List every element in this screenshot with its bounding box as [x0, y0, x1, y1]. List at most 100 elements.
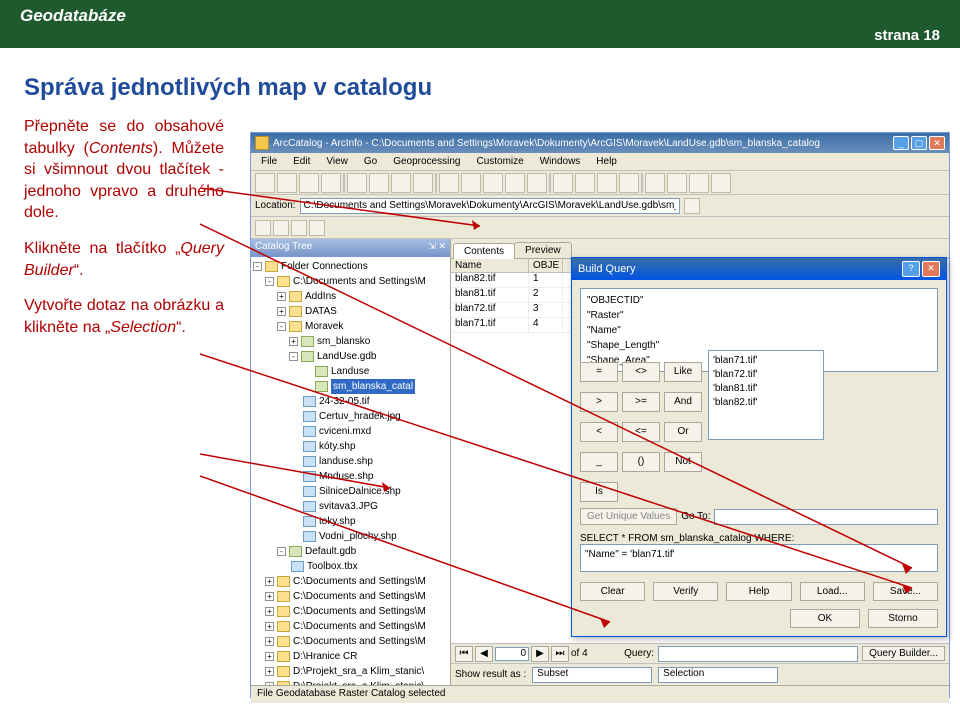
- dialog-button[interactable]: Help: [726, 582, 791, 601]
- status-bar: File Geodatabase Raster Catalog selected: [251, 685, 949, 703]
- para-3: Vytvořte dotaz na obrázku a klikněte na …: [24, 295, 224, 338]
- tree-row[interactable]: +D:\Projekt_sra_a Klim_stanic\: [253, 664, 448, 679]
- tree-row[interactable]: kóty.shp: [253, 439, 448, 454]
- menu-item[interactable]: Geoprocessing: [387, 155, 466, 168]
- tree-row[interactable]: +C:\Documents and Settings\M: [253, 604, 448, 619]
- show-result-row: Show result as : Subset Selection: [451, 663, 949, 685]
- maximize-button[interactable]: ▢: [911, 136, 927, 150]
- tree-row[interactable]: Landuse: [253, 364, 448, 379]
- query-input[interactable]: [658, 646, 858, 662]
- show-selection-select[interactable]: Selection: [658, 667, 778, 683]
- nav-of-label: of 4: [571, 648, 588, 659]
- operator-button[interactable]: <>: [622, 362, 660, 382]
- col-name[interactable]: Name: [451, 259, 529, 272]
- minimize-button[interactable]: _: [893, 136, 909, 150]
- menu-item[interactable]: Customize: [470, 155, 529, 168]
- operator-button[interactable]: (): [622, 452, 660, 472]
- close-button[interactable]: ✕: [929, 136, 945, 150]
- location-input[interactable]: [300, 198, 680, 214]
- dialog-button[interactable]: Storno: [868, 609, 938, 628]
- show-result-label: Show result as :: [455, 669, 526, 680]
- tree-row[interactable]: +C:\Documents and Settings\M: [253, 589, 448, 604]
- nav-record-input[interactable]: [495, 647, 529, 661]
- tree-row[interactable]: Certuv_hradek.jpg: [253, 409, 448, 424]
- query-label: Query:: [624, 648, 654, 659]
- operator-grid: =<>Like >>=And <<=Or _()Not Is: [580, 356, 702, 502]
- para-1: Přepněte se do obsahové tabulky (Content…: [24, 116, 224, 224]
- tree-pin-icon[interactable]: ⇲ ✕: [428, 241, 446, 254]
- tree-row[interactable]: 24-32-05.tif: [253, 394, 448, 409]
- tree-row[interactable]: Mnduse.shp: [253, 469, 448, 484]
- bq-close-button[interactable]: ✕: [922, 261, 940, 277]
- tree-row[interactable]: -Folder Connections: [253, 259, 448, 274]
- tree-row[interactable]: +C:\Documents and Settings\M: [253, 574, 448, 589]
- nav-first-icon[interactable]: ⏮: [455, 646, 473, 662]
- tree-row[interactable]: Toolbox.tbx: [253, 559, 448, 574]
- tree-row[interactable]: +sm_blansko: [253, 334, 448, 349]
- arccatalog-window: ArcCatalog - ArcInfo - C:\Documents and …: [250, 132, 950, 698]
- bq-button-row-2: OK Storno: [580, 609, 938, 628]
- tree-row[interactable]: -Default.gdb: [253, 544, 448, 559]
- menu-item[interactable]: Help: [590, 155, 623, 168]
- tree-row[interactable]: +D:\Hranice CR: [253, 649, 448, 664]
- tab[interactable]: Preview: [514, 242, 572, 258]
- operator-button[interactable]: >=: [622, 392, 660, 412]
- show-subset-select[interactable]: Subset: [532, 667, 652, 683]
- operator-button[interactable]: Is: [580, 482, 618, 502]
- location-label: Location:: [255, 200, 296, 211]
- nav-prev-icon[interactable]: ◀: [475, 646, 493, 662]
- tabs: ContentsPreview: [451, 239, 949, 259]
- tree-row[interactable]: +C:\Documents and Settings\M: [253, 619, 448, 634]
- nav-last-icon[interactable]: ⏭: [551, 646, 569, 662]
- dialog-button[interactable]: Save...: [873, 582, 938, 601]
- value-list[interactable]: 'blan71.tif''blan72.tif''blan81.tif''bla…: [708, 350, 824, 440]
- tree-row[interactable]: svitava3.JPG: [253, 499, 448, 514]
- bq-button-row-1: Clear Verify Help Load... Save...: [580, 582, 938, 601]
- menu-item[interactable]: Go: [358, 155, 383, 168]
- tree-row[interactable]: SilniceDalnice.shp: [253, 484, 448, 499]
- instruction-text: Přepněte se do obsahové tabulky (Content…: [24, 116, 224, 338]
- nav-next-icon[interactable]: ▶: [531, 646, 549, 662]
- menu-item[interactable]: Windows: [534, 155, 587, 168]
- bq-help-button[interactable]: ?: [902, 261, 920, 277]
- operator-button[interactable]: Like: [664, 362, 702, 382]
- operator-button[interactable]: <=: [622, 422, 660, 442]
- operator-button[interactable]: >: [580, 392, 618, 412]
- catalog-tree[interactable]: -Folder Connections-C:\Documents and Set…: [251, 257, 450, 685]
- get-unique-values-button[interactable]: Get Unique Values: [580, 508, 677, 525]
- dialog-button[interactable]: Load...: [800, 582, 865, 601]
- menu-item[interactable]: Edit: [287, 155, 316, 168]
- operator-button[interactable]: Not: [664, 452, 702, 472]
- tree-row[interactable]: +C:\Documents and Settings\M: [253, 634, 448, 649]
- menu-item[interactable]: File: [255, 155, 283, 168]
- tree-row[interactable]: -Moravek: [253, 319, 448, 334]
- operator-button[interactable]: =: [580, 362, 618, 382]
- operator-button[interactable]: <: [580, 422, 618, 442]
- tree-row[interactable]: toky.shp: [253, 514, 448, 529]
- bq-titlebar[interactable]: Build Query ?✕: [572, 258, 946, 280]
- tree-row[interactable]: -LandUse.gdb: [253, 349, 448, 364]
- col-objectid[interactable]: OBJE: [529, 259, 563, 272]
- tree-row[interactable]: cviceni.mxd: [253, 424, 448, 439]
- goto-input[interactable]: [714, 509, 938, 525]
- dialog-button[interactable]: Clear: [580, 582, 645, 601]
- menu-item[interactable]: View: [320, 155, 354, 168]
- tree-row[interactable]: -C:\Documents and Settings\M: [253, 274, 448, 289]
- tree-row[interactable]: landuse.shp: [253, 454, 448, 469]
- loc-dropdown-icon[interactable]: [684, 198, 700, 214]
- tree-row[interactable]: +AddIns: [253, 289, 448, 304]
- tab[interactable]: Contents: [453, 243, 515, 259]
- tree-row[interactable]: Vodni_plochy.shp: [253, 529, 448, 544]
- dialog-button[interactable]: OK: [790, 609, 860, 628]
- dialog-button[interactable]: Verify: [653, 582, 718, 601]
- query-builder-button[interactable]: Query Builder...: [862, 646, 945, 661]
- operator-button[interactable]: Or: [664, 422, 702, 442]
- operator-button[interactable]: And: [664, 392, 702, 412]
- operator-button[interactable]: _: [580, 452, 618, 472]
- tree-row[interactable]: +D:\Projekt_sra_a Klim_stanic\: [253, 679, 448, 685]
- where-clause-box[interactable]: "Name" = 'blan71.tif': [580, 544, 938, 572]
- tree-row[interactable]: +DATAS: [253, 304, 448, 319]
- tree-row[interactable]: sm_blanska_catal: [253, 379, 448, 394]
- toolbar-button[interactable]: [255, 173, 275, 193]
- window-titlebar[interactable]: ArcCatalog - ArcInfo - C:\Documents and …: [251, 133, 949, 153]
